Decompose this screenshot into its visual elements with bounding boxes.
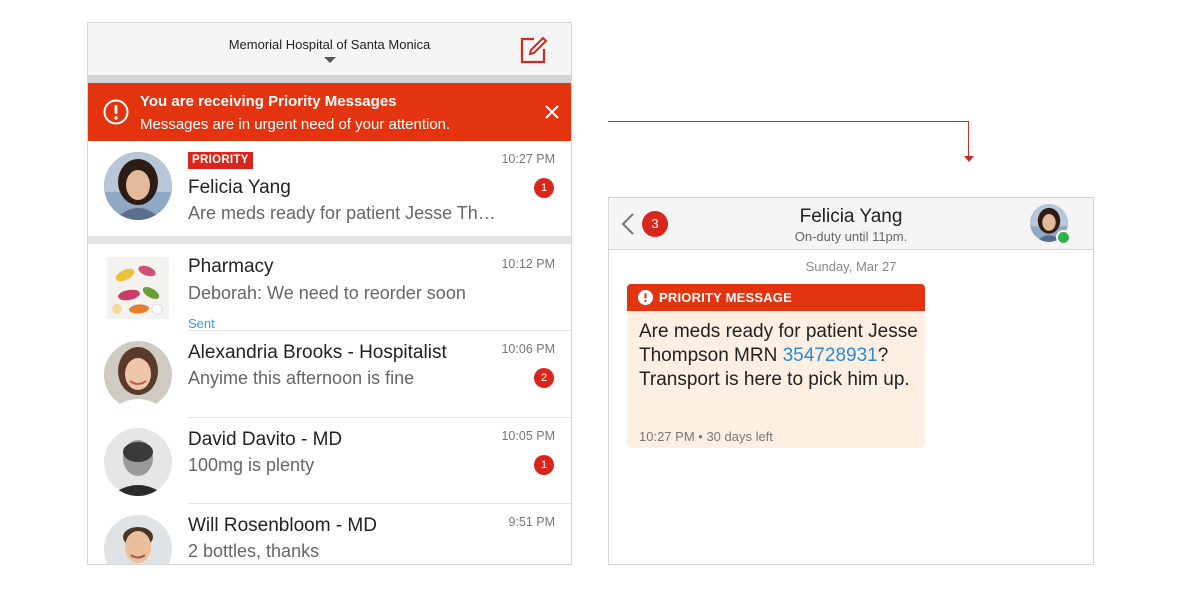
message-preview: Anyime this afternoon is fine: [188, 368, 415, 388]
sent-status: Sent: [188, 316, 215, 331]
message-expiry: 30 days left: [706, 429, 773, 444]
message-preview: Deborah: We need to reorder soon: [188, 283, 466, 303]
list-header: Memorial Hospital of Santa Monica: [88, 23, 571, 75]
message-time: 10:12 PM: [501, 257, 555, 271]
contact-name: Felicia Yang: [799, 206, 903, 227]
mrn-link[interactable]: 354728931: [783, 345, 878, 366]
message-time: 10:27 PM: [501, 152, 555, 166]
priority-tag: PRIORITY: [188, 152, 253, 169]
conversation-detail-panel: 3 Felicia Yang On-duty until 11pm. Sunda…: [608, 197, 1094, 565]
compose-icon[interactable]: [518, 35, 548, 65]
contact-name: Will Rosenbloom - MD: [188, 515, 377, 536]
conversation-header: 3 Felicia Yang On-duty until 11pm.: [609, 198, 1093, 250]
conversation-item-pharmacy[interactable]: Pharmacy Deborah: We need to reorder soo…: [88, 244, 571, 331]
priority-message-label: PRIORITY MESSAGE: [659, 290, 792, 305]
banner-subtitle: Messages are in urgent need of your atte…: [140, 116, 451, 133]
conversation-item-david-davito[interactable]: David Davito - MD 100mg is plenty 10:05 …: [88, 418, 571, 504]
conversation-list-panel: Memorial Hospital of Santa Monica You ar…: [87, 22, 572, 565]
header-divider: [88, 75, 571, 83]
priority-message-header: PRIORITY MESSAGE: [627, 284, 925, 311]
contact-name: Pharmacy: [188, 256, 274, 277]
alert-circle-icon: [638, 290, 653, 305]
priority-banner: You are receiving Priority Messages Mess…: [88, 83, 571, 141]
conversation-item-will-rosenbloom[interactable]: Will Rosenbloom - MD 2 bottles, thanks 9…: [88, 504, 571, 564]
priority-message-bubble[interactable]: PRIORITY MESSAGE Are meds ready for pati…: [627, 284, 925, 448]
message-time: 10:05 PM: [501, 429, 555, 443]
avatar: [104, 341, 172, 409]
priority-conversation-item[interactable]: PRIORITY Felicia Yang Are meds ready for…: [88, 141, 571, 236]
section-divider: [88, 236, 571, 244]
banner-title: You are receiving Priority Messages: [140, 93, 397, 110]
alert-circle-icon: [103, 99, 129, 125]
contact-name: Alexandria Brooks - Hospitalist: [188, 342, 447, 363]
message-text: Are meds ready for patient Jesse Thompso…: [639, 320, 919, 392]
unread-badge: 1: [534, 178, 554, 198]
connector-line: [608, 121, 969, 122]
message-preview: 100mg is plenty: [188, 455, 315, 475]
message-time: 9:51 PM: [508, 515, 555, 529]
connector-line: [968, 121, 969, 157]
presence-indicator: [1056, 230, 1071, 245]
message-time: 10:27 PM: [639, 429, 695, 444]
unread-badge: 2: [534, 368, 554, 388]
contact-name: David Davito - MD: [188, 429, 343, 450]
avatar: [104, 428, 172, 496]
message-time: 10:06 PM: [501, 342, 555, 356]
meta-separator: •: [694, 429, 707, 444]
date-separator: Sunday, Mar 27: [805, 259, 897, 274]
contact-name: Felicia Yang: [188, 177, 291, 198]
conversation-item-alexandria-brooks[interactable]: Alexandria Brooks - Hospitalist Anyime t…: [88, 331, 571, 418]
close-icon[interactable]: [543, 103, 561, 121]
avatar: [104, 515, 172, 564]
arrow-down-icon: [964, 156, 974, 162]
avatar: [104, 152, 172, 220]
unread-badge: 1: [534, 455, 554, 475]
message-preview: Are meds ready for patient Jesse Th…: [188, 203, 496, 223]
message-meta: 10:27 PM • 30 days left: [639, 429, 773, 444]
contact-status: On-duty until 11pm.: [794, 229, 908, 244]
hospital-selector[interactable]: Memorial Hospital of Santa Monica: [88, 37, 571, 52]
avatar: [107, 257, 169, 319]
caret-down-icon[interactable]: [324, 57, 336, 63]
message-preview: 2 bottles, thanks: [188, 541, 320, 561]
